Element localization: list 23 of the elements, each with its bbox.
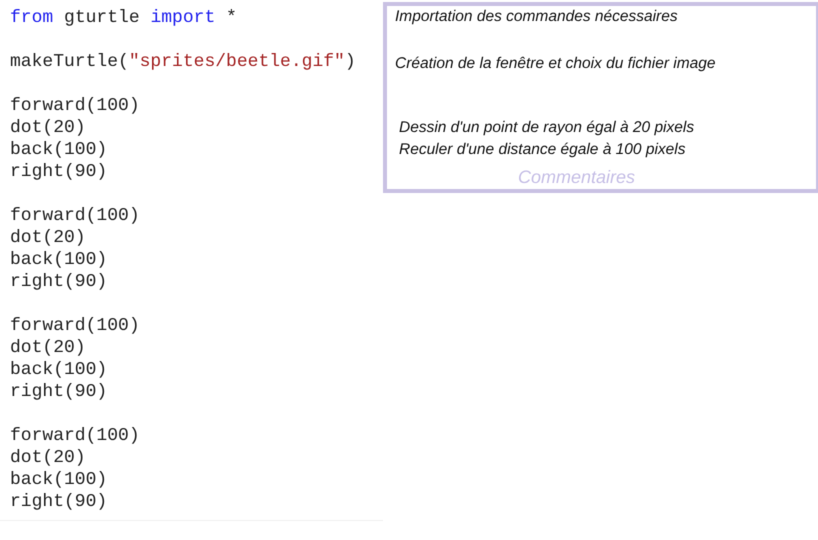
code-line: right(90) [9, 271, 108, 293]
code-line: dot(20) [9, 447, 86, 469]
code-line: back(100) [9, 249, 108, 271]
code-line: dot(20) [9, 337, 86, 359]
code-line: from gturtle import * [9, 7, 237, 29]
code-line: right(90) [9, 491, 108, 513]
code-line: makeTurtle("sprites/beetle.gif") [9, 51, 356, 73]
code-line: forward(100) [9, 315, 140, 337]
code-line: dot(20) [9, 117, 86, 139]
comment-text: Création de la fenêtre et choix du fichier image [394, 54, 716, 74]
code-line: back(100) [9, 359, 108, 381]
comment-text: Dessin d'un point de rayon égal à 20 pixels [398, 118, 694, 138]
code-line: forward(100) [9, 95, 140, 117]
panel-title: Commentaires [518, 166, 636, 188]
code-line: forward(100) [9, 425, 140, 447]
code-line: back(100) [9, 139, 108, 161]
code-line: right(90) [9, 161, 108, 183]
code-line: right(90) [9, 381, 108, 403]
comment-text: Reculer d'une distance égale à 100 pixels [398, 140, 686, 160]
code-line: dot(20) [9, 227, 86, 249]
code-line: back(100) [9, 469, 108, 491]
code-line: forward(100) [9, 205, 140, 227]
comment-text: Importation des commandes nécessaires [394, 7, 678, 27]
